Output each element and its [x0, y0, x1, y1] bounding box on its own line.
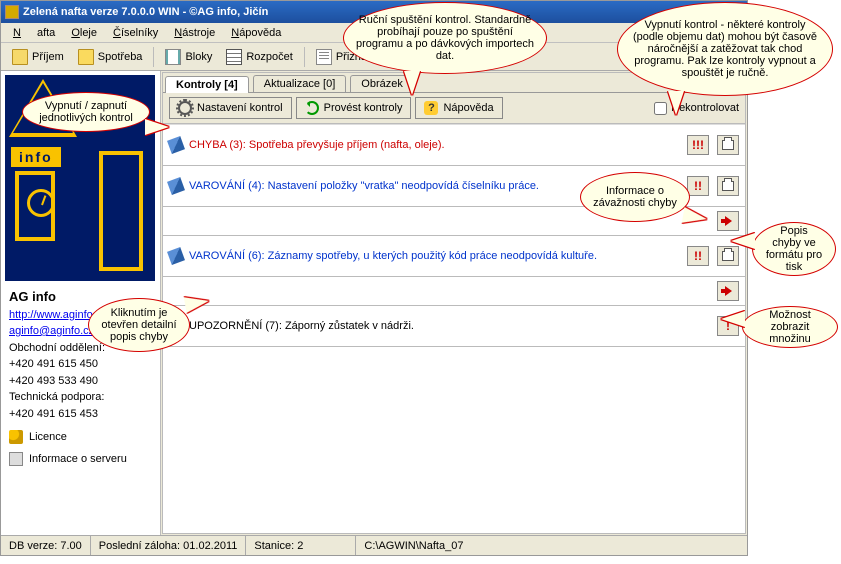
app-icon: [5, 5, 19, 19]
callout-print: Popis chyby ve formátu pro tisk: [752, 222, 836, 276]
status-backup: Poslední záloha: 01.02.2011: [91, 536, 247, 555]
toolbar-separator: [153, 47, 154, 67]
pin-icon[interactable]: [167, 177, 185, 195]
tb-spotreba[interactable]: Spotřeba: [71, 46, 150, 68]
company-name: AG info: [9, 289, 56, 304]
status-path: C:\AGWIN\Nafta_07: [356, 536, 747, 555]
callout-toggle: Vypnutí / zapnutí jednotlivých kontrol: [22, 92, 150, 132]
status-db: DB verze: 7.00: [1, 536, 91, 555]
detail-button[interactable]: [717, 211, 739, 231]
sales-phone-1: +420 491 615 450: [9, 356, 152, 373]
pin-icon[interactable]: [167, 247, 185, 265]
print-button[interactable]: [717, 246, 739, 266]
list-row: UPOZORNĚNÍ (7): Záporný zůstatek v nádrž…: [163, 306, 745, 347]
folder-icon: [12, 49, 28, 65]
control-toolbar: Nastavení kontrol Provést kontroly ?Nápo…: [163, 93, 745, 124]
severity-button[interactable]: !!!: [687, 135, 709, 155]
arrow-icon: [725, 216, 732, 226]
menu-nafta[interactable]: Nafta: [5, 26, 63, 40]
printer-icon: [722, 251, 734, 261]
callout-set: Možnost zobrazit množinu: [742, 306, 838, 348]
row-text[interactable]: VAROVÁNÍ (6): Záznamy spotřeby, u kterýc…: [189, 250, 679, 262]
help-icon: ?: [424, 101, 438, 115]
btn-help[interactable]: ?Nápověda: [415, 97, 502, 119]
severity-button[interactable]: !!: [687, 176, 709, 196]
support-phone-1: +420 491 615 453: [9, 406, 152, 423]
callout-severity: Informace o závažnosti chyby: [580, 172, 690, 222]
grid-icon: [226, 49, 242, 65]
print-button[interactable]: [717, 176, 739, 196]
support-label: Technická podpora:: [9, 389, 152, 406]
logo-text: info: [11, 147, 61, 167]
main-panel: Kontroly [4] Aktualizace [0] Obrázek Nas…: [162, 72, 746, 534]
printer-icon: [722, 181, 734, 191]
list-row: VAROVÁNÍ (6): Záznamy spotřeby, u kterýc…: [163, 236, 745, 277]
btn-settings[interactable]: Nastavení kontrol: [169, 97, 292, 119]
menu-napoveda[interactable]: Nápověda: [223, 26, 289, 40]
row-text[interactable]: CHYBA (3): Spotřeba převyšuje příjem (na…: [189, 139, 679, 151]
key-icon: [9, 430, 23, 444]
sheet-icon: [165, 49, 181, 65]
menu-nastroje[interactable]: Nástroje: [166, 26, 223, 40]
app-window: Zelená nafta verze 7.0.0.0 WIN - ©AG inf…: [0, 0, 748, 556]
arrow-icon: [725, 286, 732, 296]
tab-kontroly[interactable]: Kontroly [4]: [165, 76, 249, 93]
toolbar-separator: [304, 47, 305, 67]
callout-nocheck: Vypnutí kontrol - některé kontroly (podl…: [617, 2, 833, 96]
folder-icon: [78, 49, 94, 65]
refresh-icon: [305, 101, 319, 115]
print-button[interactable]: [717, 135, 739, 155]
printer-icon: [722, 140, 734, 150]
menu-ciselniky[interactable]: Číselníky: [105, 26, 166, 40]
tb-bloky[interactable]: Bloky: [158, 46, 219, 68]
status-station: Stanice: 2: [246, 536, 356, 555]
gear-icon: [178, 101, 192, 115]
window-title: Zelená nafta verze 7.0.0.0 WIN - ©AG inf…: [23, 6, 268, 18]
row-text[interactable]: UPOZORNĚNÍ (7): Záporný zůstatek v nádrž…: [189, 320, 709, 332]
detail-button[interactable]: [717, 281, 739, 301]
sidebar-server-info[interactable]: Informace o serveru: [1, 450, 160, 468]
status-bar: DB verze: 7.00 Poslední záloha: 01.02.20…: [1, 535, 747, 555]
sidebar-licence[interactable]: Licence: [1, 428, 160, 446]
tb-prijem[interactable]: Příjem: [5, 46, 71, 68]
chk-nocheck[interactable]: Nekontrolovat: [654, 102, 739, 115]
pin-icon[interactable]: [167, 136, 185, 154]
callout-detail: Kliknutím je otevřen detailní popis chyb…: [88, 298, 190, 352]
list-row: CHYBA (3): Spotřeba převyšuje příjem (na…: [163, 125, 745, 166]
sales-phone-2: +420 493 533 490: [9, 373, 152, 390]
menu-oleje[interactable]: Oleje: [63, 26, 105, 40]
severity-button[interactable]: !!: [687, 246, 709, 266]
tab-aktualizace[interactable]: Aktualizace [0]: [253, 75, 347, 92]
tb-rozpocet[interactable]: Rozpočet: [219, 46, 299, 68]
callout-run: Ruční spuštění kontrol. Standardně probí…: [343, 2, 547, 74]
list-subrow: [163, 277, 745, 306]
doc-icon: [316, 49, 332, 65]
nocheck-checkbox[interactable]: [654, 102, 667, 115]
server-icon: [9, 452, 23, 466]
btn-run[interactable]: Provést kontroly: [296, 97, 412, 119]
